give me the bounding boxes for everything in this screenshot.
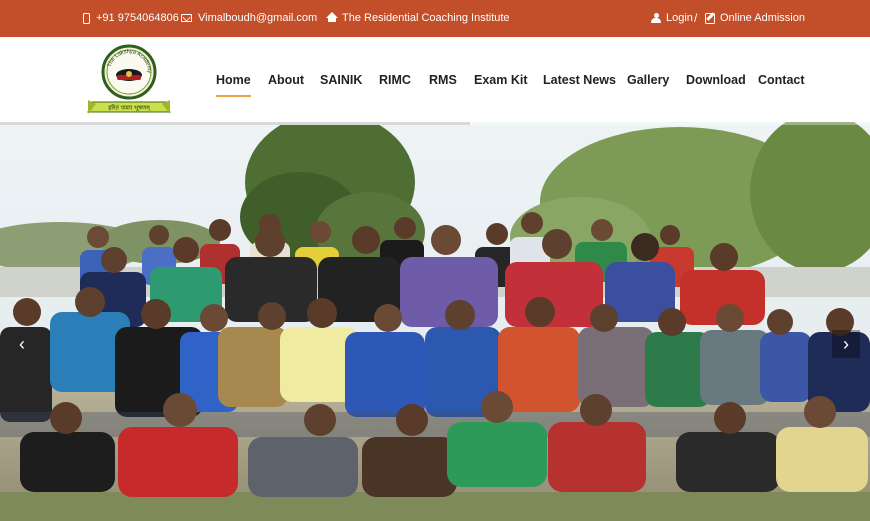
separator: / — [694, 11, 698, 25]
email-contact[interactable]: Vimalboudh@gmail.com — [181, 12, 317, 24]
nav-about[interactable]: About — [268, 73, 304, 87]
phone-number: +91 9754064806 — [96, 12, 179, 24]
chevron-left-icon[interactable]: ‹ — [8, 330, 36, 358]
email-address: Vimalboudh@gmail.com — [198, 12, 318, 24]
main-navigation: Home About SAINIK RIMC RMS Exam Kit Late… — [0, 73, 870, 97]
home-icon — [326, 12, 338, 22]
online-admission-link[interactable]: Online Admission — [705, 12, 805, 24]
phone-contact[interactable]: +91 9754064806 — [83, 12, 179, 24]
tagline: The Residential Coaching Institute — [326, 12, 510, 24]
login-label: Login — [666, 12, 693, 24]
nav-sainik[interactable]: SAINIK — [320, 73, 362, 87]
online-admission-label: Online Admission — [720, 12, 805, 24]
nav-exam-kit[interactable]: Exam Kit — [474, 73, 528, 87]
slider-progress-fill — [0, 122, 470, 125]
top-contact-bar: +91 9754064806 Vimalboudh@gmail.com The … — [0, 0, 870, 37]
site-header: The Lakshya Academy हरितं पादप भूषणम् Ho… — [0, 37, 870, 122]
login-link[interactable]: Login — [651, 12, 693, 24]
phone-icon — [83, 12, 90, 24]
nav-download[interactable]: Download — [686, 73, 746, 87]
user-icon — [651, 12, 661, 24]
slider-progress-track — [0, 122, 870, 125]
nav-latest-news[interactable]: Latest News — [543, 73, 616, 87]
group-photo — [0, 122, 870, 521]
nav-rms[interactable]: RMS — [429, 73, 457, 87]
envelope-icon — [181, 14, 192, 22]
hero-slider[interactable]: ‹ › — [0, 122, 870, 521]
nav-rimc[interactable]: RIMC — [379, 73, 411, 87]
logo-ribbon-text: हरितं पादप भूषणम् — [108, 104, 151, 112]
nav-contact[interactable]: Contact — [758, 73, 805, 87]
tagline-text: The Residential Coaching Institute — [342, 12, 510, 24]
nav-gallery[interactable]: Gallery — [627, 73, 669, 87]
edit-icon — [705, 12, 715, 24]
chevron-right-icon[interactable]: › — [832, 330, 860, 358]
nav-home[interactable]: Home — [216, 73, 251, 97]
